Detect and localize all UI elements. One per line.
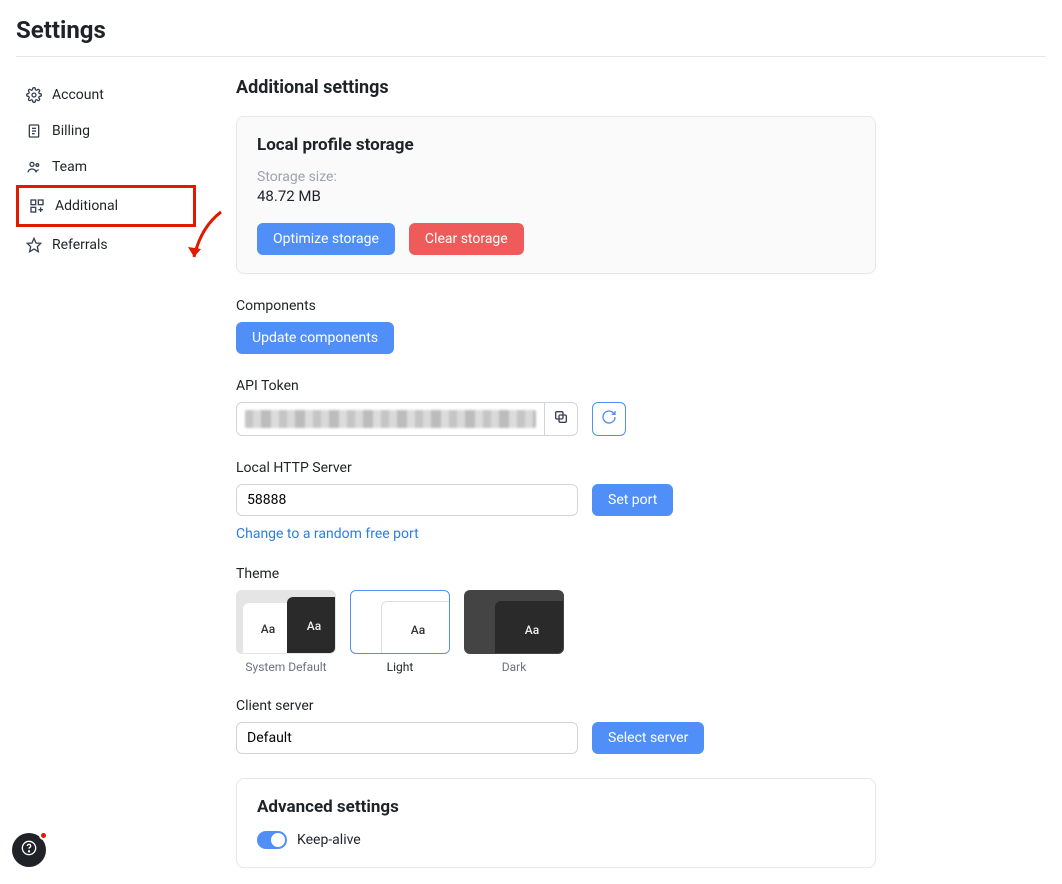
sidebar-item-label: Billing	[52, 123, 90, 139]
advanced-card: Advanced settings Keep-alive	[236, 778, 876, 868]
client-server-input[interactable]	[236, 722, 578, 754]
theme-option-label: System Default	[236, 660, 336, 674]
divider	[16, 56, 1046, 57]
theme-option-label: Dark	[464, 660, 564, 674]
random-port-link[interactable]: Change to a random free port	[236, 526, 419, 542]
page-title: Settings	[16, 16, 1046, 44]
refresh-token-button[interactable]	[592, 402, 626, 436]
copy-token-button[interactable]	[544, 403, 577, 435]
sidebar-item-label: Additional	[55, 198, 118, 214]
help-button[interactable]	[12, 833, 46, 867]
sidebar-item-label: Referrals	[52, 237, 108, 253]
theme-option-dark[interactable]: Aa Dark	[464, 590, 564, 674]
theme-option-label: Light	[350, 660, 450, 674]
gear-icon	[26, 87, 42, 103]
client-server-label: Client server	[236, 698, 876, 714]
storage-card-title: Local profile storage	[257, 135, 855, 155]
advanced-title: Advanced settings	[257, 797, 855, 817]
keep-alive-label: Keep-alive	[297, 832, 361, 848]
copy-icon	[553, 409, 569, 429]
set-port-button[interactable]: Set port	[592, 484, 673, 516]
question-icon	[21, 840, 37, 860]
storage-size-label: Storage size:	[257, 169, 855, 185]
http-server-label: Local HTTP Server	[236, 460, 876, 476]
theme-block: Theme Aa Aa System Default Aa Light	[236, 566, 876, 674]
theme-option-light[interactable]: Aa Light	[350, 590, 450, 674]
star-icon	[26, 237, 42, 253]
sidebar-item-additional[interactable]: Additional	[16, 185, 196, 227]
grid-plus-icon	[29, 198, 45, 214]
api-token-field	[236, 402, 578, 436]
http-server-block: Local HTTP Server Set port Change to a r…	[236, 460, 876, 542]
api-token-masked	[245, 410, 536, 428]
theme-preview-dark: Aa	[495, 601, 564, 654]
api-token-block: API Token	[236, 378, 876, 436]
keep-alive-toggle[interactable]	[257, 831, 287, 849]
storage-card: Local profile storage Storage size: 48.7…	[236, 116, 876, 274]
http-port-input[interactable]	[236, 484, 578, 516]
api-token-label: API Token	[236, 378, 876, 394]
refresh-icon	[601, 409, 617, 429]
receipt-icon	[26, 123, 42, 139]
main-content: Additional settings Local profile storag…	[236, 77, 876, 868]
sidebar-item-billing[interactable]: Billing	[16, 113, 196, 149]
sidebar-item-label: Account	[52, 87, 104, 103]
sidebar: Account Billing Team Additional Referral	[16, 77, 196, 868]
theme-label: Theme	[236, 566, 876, 582]
theme-preview-light: Aa	[243, 603, 293, 654]
sidebar-item-account[interactable]: Account	[16, 77, 196, 113]
components-block: Components Update components	[236, 298, 876, 354]
notification-dot-icon	[39, 831, 48, 840]
storage-size-value: 48.72 MB	[257, 187, 855, 205]
optimize-storage-button[interactable]: Optimize storage	[257, 223, 395, 255]
sidebar-item-label: Team	[52, 159, 87, 175]
select-server-button[interactable]: Select server	[592, 722, 704, 754]
theme-preview-dark: Aa	[287, 597, 336, 654]
clear-storage-button[interactable]: Clear storage	[409, 223, 524, 255]
team-icon	[26, 159, 42, 175]
client-server-block: Client server Select server	[236, 698, 876, 754]
section-heading: Additional settings	[236, 77, 876, 98]
sidebar-item-team[interactable]: Team	[16, 149, 196, 185]
theme-option-system[interactable]: Aa Aa System Default	[236, 590, 336, 674]
sidebar-item-referrals[interactable]: Referrals	[16, 227, 196, 263]
theme-preview-light: Aa	[381, 601, 450, 654]
update-components-button[interactable]: Update components	[236, 322, 394, 354]
components-label: Components	[236, 298, 876, 314]
